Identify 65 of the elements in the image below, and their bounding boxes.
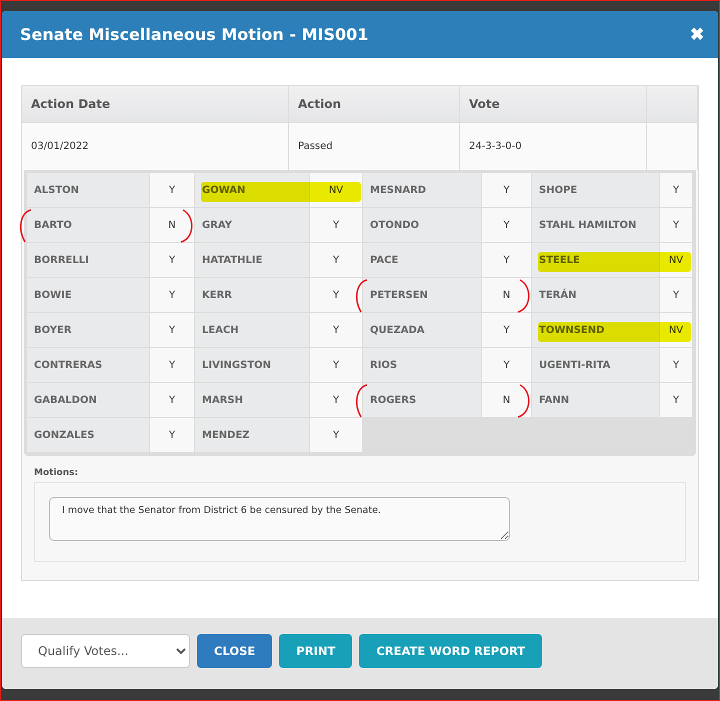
senator-name: MARSH bbox=[195, 383, 310, 418]
senator-name: GRAY bbox=[195, 208, 310, 243]
senator-name: BORRELLI bbox=[27, 243, 150, 278]
senator-name: LIVINGSTON bbox=[195, 348, 310, 383]
footer-button[interactable]: CLOSE bbox=[197, 634, 272, 668]
vote-value: Y bbox=[482, 173, 532, 208]
senator-name: PETERSEN bbox=[363, 278, 482, 313]
vote-value: Y bbox=[660, 383, 693, 418]
senator-name: TERÁN bbox=[532, 278, 660, 313]
senator-name: ALSTON bbox=[27, 173, 150, 208]
vote-value: Y bbox=[482, 243, 532, 278]
vote-value: Y bbox=[660, 208, 693, 243]
qualify-votes-select[interactable]: Qualify Votes... bbox=[21, 634, 190, 668]
vote-value: Y bbox=[482, 313, 532, 348]
senator-name: ROGERS bbox=[363, 383, 482, 418]
footer-button[interactable]: CREATE WORD REPORT bbox=[359, 634, 542, 668]
senator-name: QUEZADA bbox=[363, 313, 482, 348]
senator-name: BOYER bbox=[27, 313, 150, 348]
vote-value: Y bbox=[150, 348, 195, 383]
vote-value: N bbox=[150, 208, 195, 243]
column-header: Vote bbox=[460, 86, 647, 123]
dialog-title: Senate Miscellaneous Motion - MIS001 bbox=[20, 25, 368, 44]
vote-value: Y bbox=[660, 173, 693, 208]
footer-button[interactable]: PRINT bbox=[279, 634, 352, 668]
vote-value: Y bbox=[482, 348, 532, 383]
vote-value: Y bbox=[660, 348, 693, 383]
senator-name: UGENTI-RITA bbox=[532, 348, 660, 383]
motions-label: Motions: bbox=[34, 468, 80, 478]
vote-value: Y bbox=[310, 418, 363, 453]
senator-name: CONTRERAS bbox=[27, 348, 150, 383]
vote-value: Y bbox=[150, 313, 195, 348]
senator-name: OTONDO bbox=[363, 208, 482, 243]
vote-value: Y bbox=[150, 173, 195, 208]
senator-name: GONZALES bbox=[27, 418, 150, 453]
vote-value: Y bbox=[150, 418, 195, 453]
vote-value: N bbox=[482, 383, 532, 418]
column-header: Action bbox=[289, 86, 460, 123]
vote-value: Y bbox=[150, 278, 195, 313]
vote-value: Y bbox=[310, 383, 363, 418]
vote-value: N bbox=[482, 278, 532, 313]
close-button[interactable]: ✖ bbox=[686, 24, 708, 45]
senator-name: PACE bbox=[363, 243, 482, 278]
senator-name: LEACH bbox=[195, 313, 310, 348]
senator-name: MESNARD bbox=[363, 173, 482, 208]
vote-value: Y bbox=[310, 243, 363, 278]
vote-value: Y bbox=[660, 278, 693, 313]
vote-value: Y bbox=[482, 208, 532, 243]
vote-value: Y bbox=[310, 208, 363, 243]
senator-name: HATATHLIE bbox=[195, 243, 310, 278]
senator-name: RIOS bbox=[363, 348, 482, 383]
senator-name: SHOPE bbox=[532, 173, 660, 208]
senator-name: BOWIE bbox=[27, 278, 150, 313]
senator-name: KERR bbox=[195, 278, 310, 313]
motion-text-field[interactable]: I move that the Senator from District 6 be censured by the Senate. bbox=[49, 497, 510, 541]
senator-name: STAHL HAMILTON bbox=[532, 208, 660, 243]
vote-value: Y bbox=[310, 313, 363, 348]
vote-value: Y bbox=[150, 243, 195, 278]
senator-name: FANN bbox=[532, 383, 660, 418]
vote-value: Y bbox=[310, 348, 363, 383]
vote-value: Y bbox=[150, 383, 195, 418]
senator-name: BARTO bbox=[27, 208, 150, 243]
senator-name: MENDEZ bbox=[195, 418, 310, 453]
column-header: Action Date bbox=[22, 86, 289, 123]
vote-value: Y bbox=[310, 278, 363, 313]
senator-name: GABALDON bbox=[27, 383, 150, 418]
